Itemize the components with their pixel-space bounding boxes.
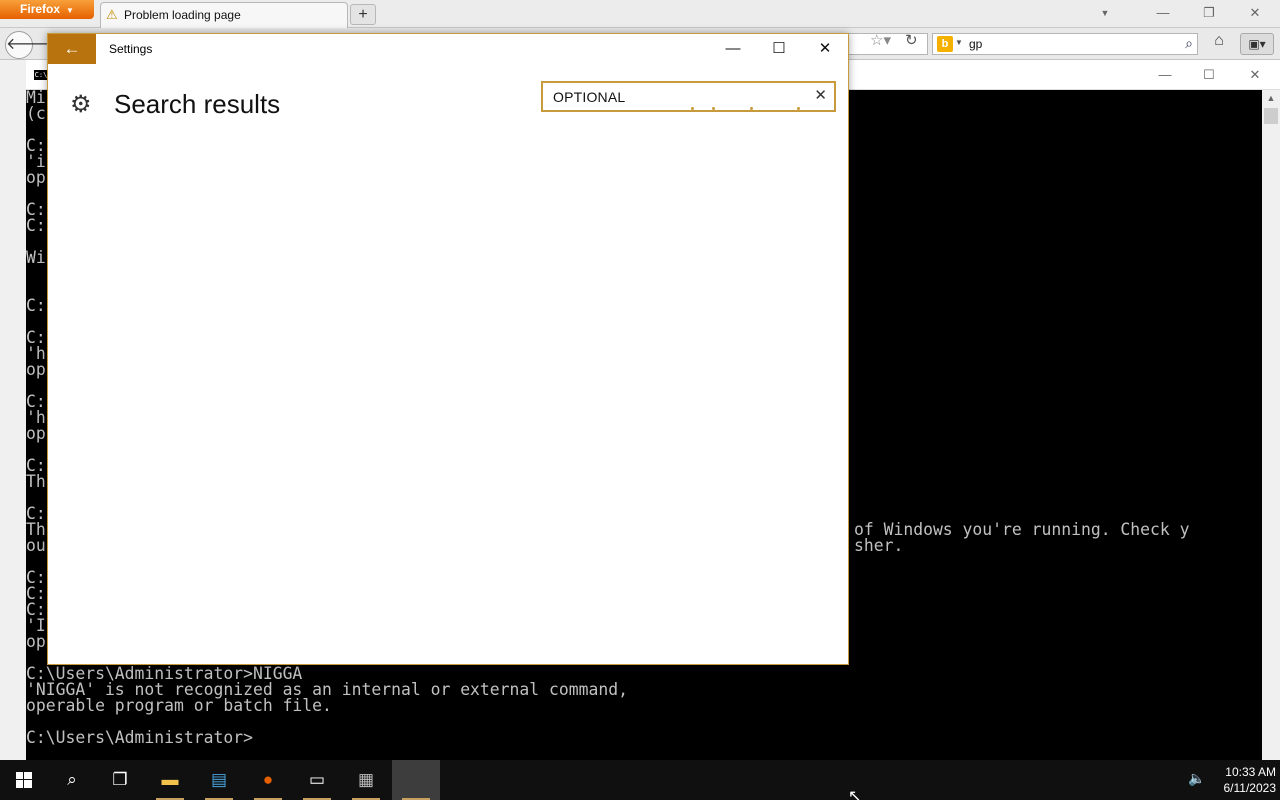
settings-search-box[interactable]: OPTIONAL ✕ (541, 81, 836, 112)
clock-time: 10:33 AM (1225, 765, 1276, 779)
minimize-icon[interactable]: — (710, 38, 756, 60)
start-button[interactable] (0, 760, 48, 800)
scroll-up-icon[interactable]: ▲ (1262, 90, 1280, 106)
firefox-taskbar-button[interactable]: ● (244, 760, 292, 800)
loading-dot (691, 107, 694, 110)
console-line: Wi (26, 248, 46, 267)
server-manager-icon: ▤ (210, 770, 228, 789)
bookmark-star-icon[interactable]: ☆▾ (870, 31, 891, 49)
close-icon[interactable]: ✕ (1240, 66, 1270, 84)
console-line: op (26, 424, 46, 443)
loading-dot (750, 107, 753, 110)
volume-muted-icon[interactable]: 🔈 (1188, 770, 1205, 787)
tab-title: Problem loading page (124, 8, 241, 22)
firefox-menu-button[interactable]: Firefox ▼ (0, 0, 94, 19)
settings-window: ← Settings — ☐ ✕ ⚙ Search results OPTION… (47, 33, 849, 665)
console-fragment: sher. (854, 536, 904, 555)
firefox-titlebar: Firefox ▼ ⚠ Problem loading page + ▼ — ❐ … (0, 0, 1280, 28)
console-line: ou (26, 536, 46, 555)
console-line: operable program or batch file. (26, 696, 332, 715)
scrollbar[interactable]: ▲ (1262, 90, 1280, 760)
server-manager-button[interactable]: ▤ (195, 760, 243, 800)
scroll-thumb[interactable] (1264, 108, 1278, 124)
clock[interactable]: 10:33 AM 6/11/2023 (1206, 764, 1277, 796)
close-icon[interactable]: ✕ (802, 38, 848, 60)
app-icon: ▦ (357, 770, 375, 789)
cmd-icon: ▭ (308, 770, 326, 789)
addon-bar-icon[interactable]: ▣▾ (1240, 33, 1274, 55)
firefox-menu-label: Firefox (20, 2, 61, 16)
maximize-icon[interactable]: ☐ (756, 38, 802, 60)
arrow-left-icon: 🡐 (6, 36, 49, 53)
warning-icon: ⚠ (106, 7, 118, 22)
back-button[interactable]: ← (48, 34, 96, 64)
task-view-button[interactable]: ❐ (96, 760, 144, 800)
restore-icon[interactable]: ❐ (1194, 4, 1224, 22)
console-line: C:\Users\Administrator> (26, 728, 253, 747)
console-fragment: of Windows you're running. Check y (854, 520, 1190, 539)
arrow-left-icon: ← (63, 39, 81, 58)
console-line: C: (26, 296, 46, 315)
mouse-cursor-icon: ↖ (848, 788, 862, 800)
settings-taskbar-button[interactable] (392, 760, 440, 800)
loading-dot (797, 107, 800, 110)
minimize-icon[interactable]: — (1150, 66, 1180, 84)
browser-tab[interactable]: ⚠ Problem loading page (100, 2, 348, 28)
tab-list-icon[interactable]: ▼ (1090, 4, 1120, 22)
search-input[interactable]: gp (969, 37, 982, 51)
loading-dot (712, 107, 715, 110)
cmd-taskbar-button[interactable]: ▭ (293, 760, 341, 800)
gear-icon: ⚙ (70, 91, 92, 118)
folder-icon: ▬ (161, 770, 179, 789)
new-tab-button[interactable]: + (350, 4, 376, 25)
window-title: Settings (109, 42, 153, 56)
settings-titlebar: ← Settings — ☐ ✕ (48, 34, 848, 64)
task-view-icon: ❐ (112, 770, 128, 789)
taskbar: ⌕ ❐ ▬ ▤ ● ▭ ▦ (0, 760, 1280, 800)
windows-logo-icon (16, 772, 32, 788)
reload-icon[interactable]: ↻ (905, 31, 918, 49)
search-icon[interactable]: ⌕ (1185, 35, 1193, 52)
close-icon[interactable]: ✕ (1240, 4, 1270, 22)
console-line: (c (26, 104, 46, 123)
maximize-icon[interactable]: ☐ (1194, 66, 1224, 84)
home-icon[interactable]: ⌂ (1206, 32, 1232, 56)
search-bar[interactable]: b ▼ gp ⌕ (932, 33, 1198, 55)
minimize-icon[interactable]: — (1148, 4, 1178, 22)
firefox-icon: ● (262, 770, 274, 789)
search-icon: ⌕ (67, 770, 77, 789)
search-engine-icon[interactable]: b (937, 36, 953, 52)
cmd-icon: C:\ (34, 70, 48, 80)
console-line: Th (26, 472, 46, 491)
console-line: op (26, 632, 46, 651)
page-title: Search results (114, 89, 281, 119)
clear-icon[interactable]: ✕ (814, 86, 827, 104)
search-button[interactable]: ⌕ (48, 760, 96, 800)
console-line: op (26, 360, 46, 379)
clock-date: 6/11/2023 (1223, 781, 1277, 795)
console-line: C: (26, 216, 46, 235)
chevron-down-icon: ▼ (66, 6, 74, 15)
app-taskbar-button[interactable]: ▦ (342, 760, 390, 800)
chevron-down-icon[interactable]: ▼ (955, 38, 963, 47)
file-explorer-button[interactable]: ▬ (146, 760, 194, 800)
back-button[interactable]: 🡐 (5, 31, 49, 59)
console-line: op (26, 168, 46, 187)
search-input[interactable]: OPTIONAL (553, 89, 625, 105)
